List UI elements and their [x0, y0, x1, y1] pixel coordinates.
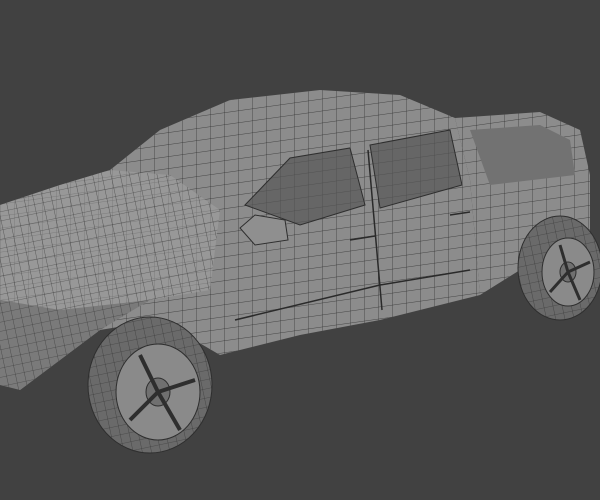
rear-wheel	[517, 215, 600, 321]
truck-render	[0, 90, 600, 454]
3d-viewport[interactable]	[0, 0, 600, 500]
front-wheel	[87, 316, 213, 454]
truck-body	[0, 90, 480, 390]
